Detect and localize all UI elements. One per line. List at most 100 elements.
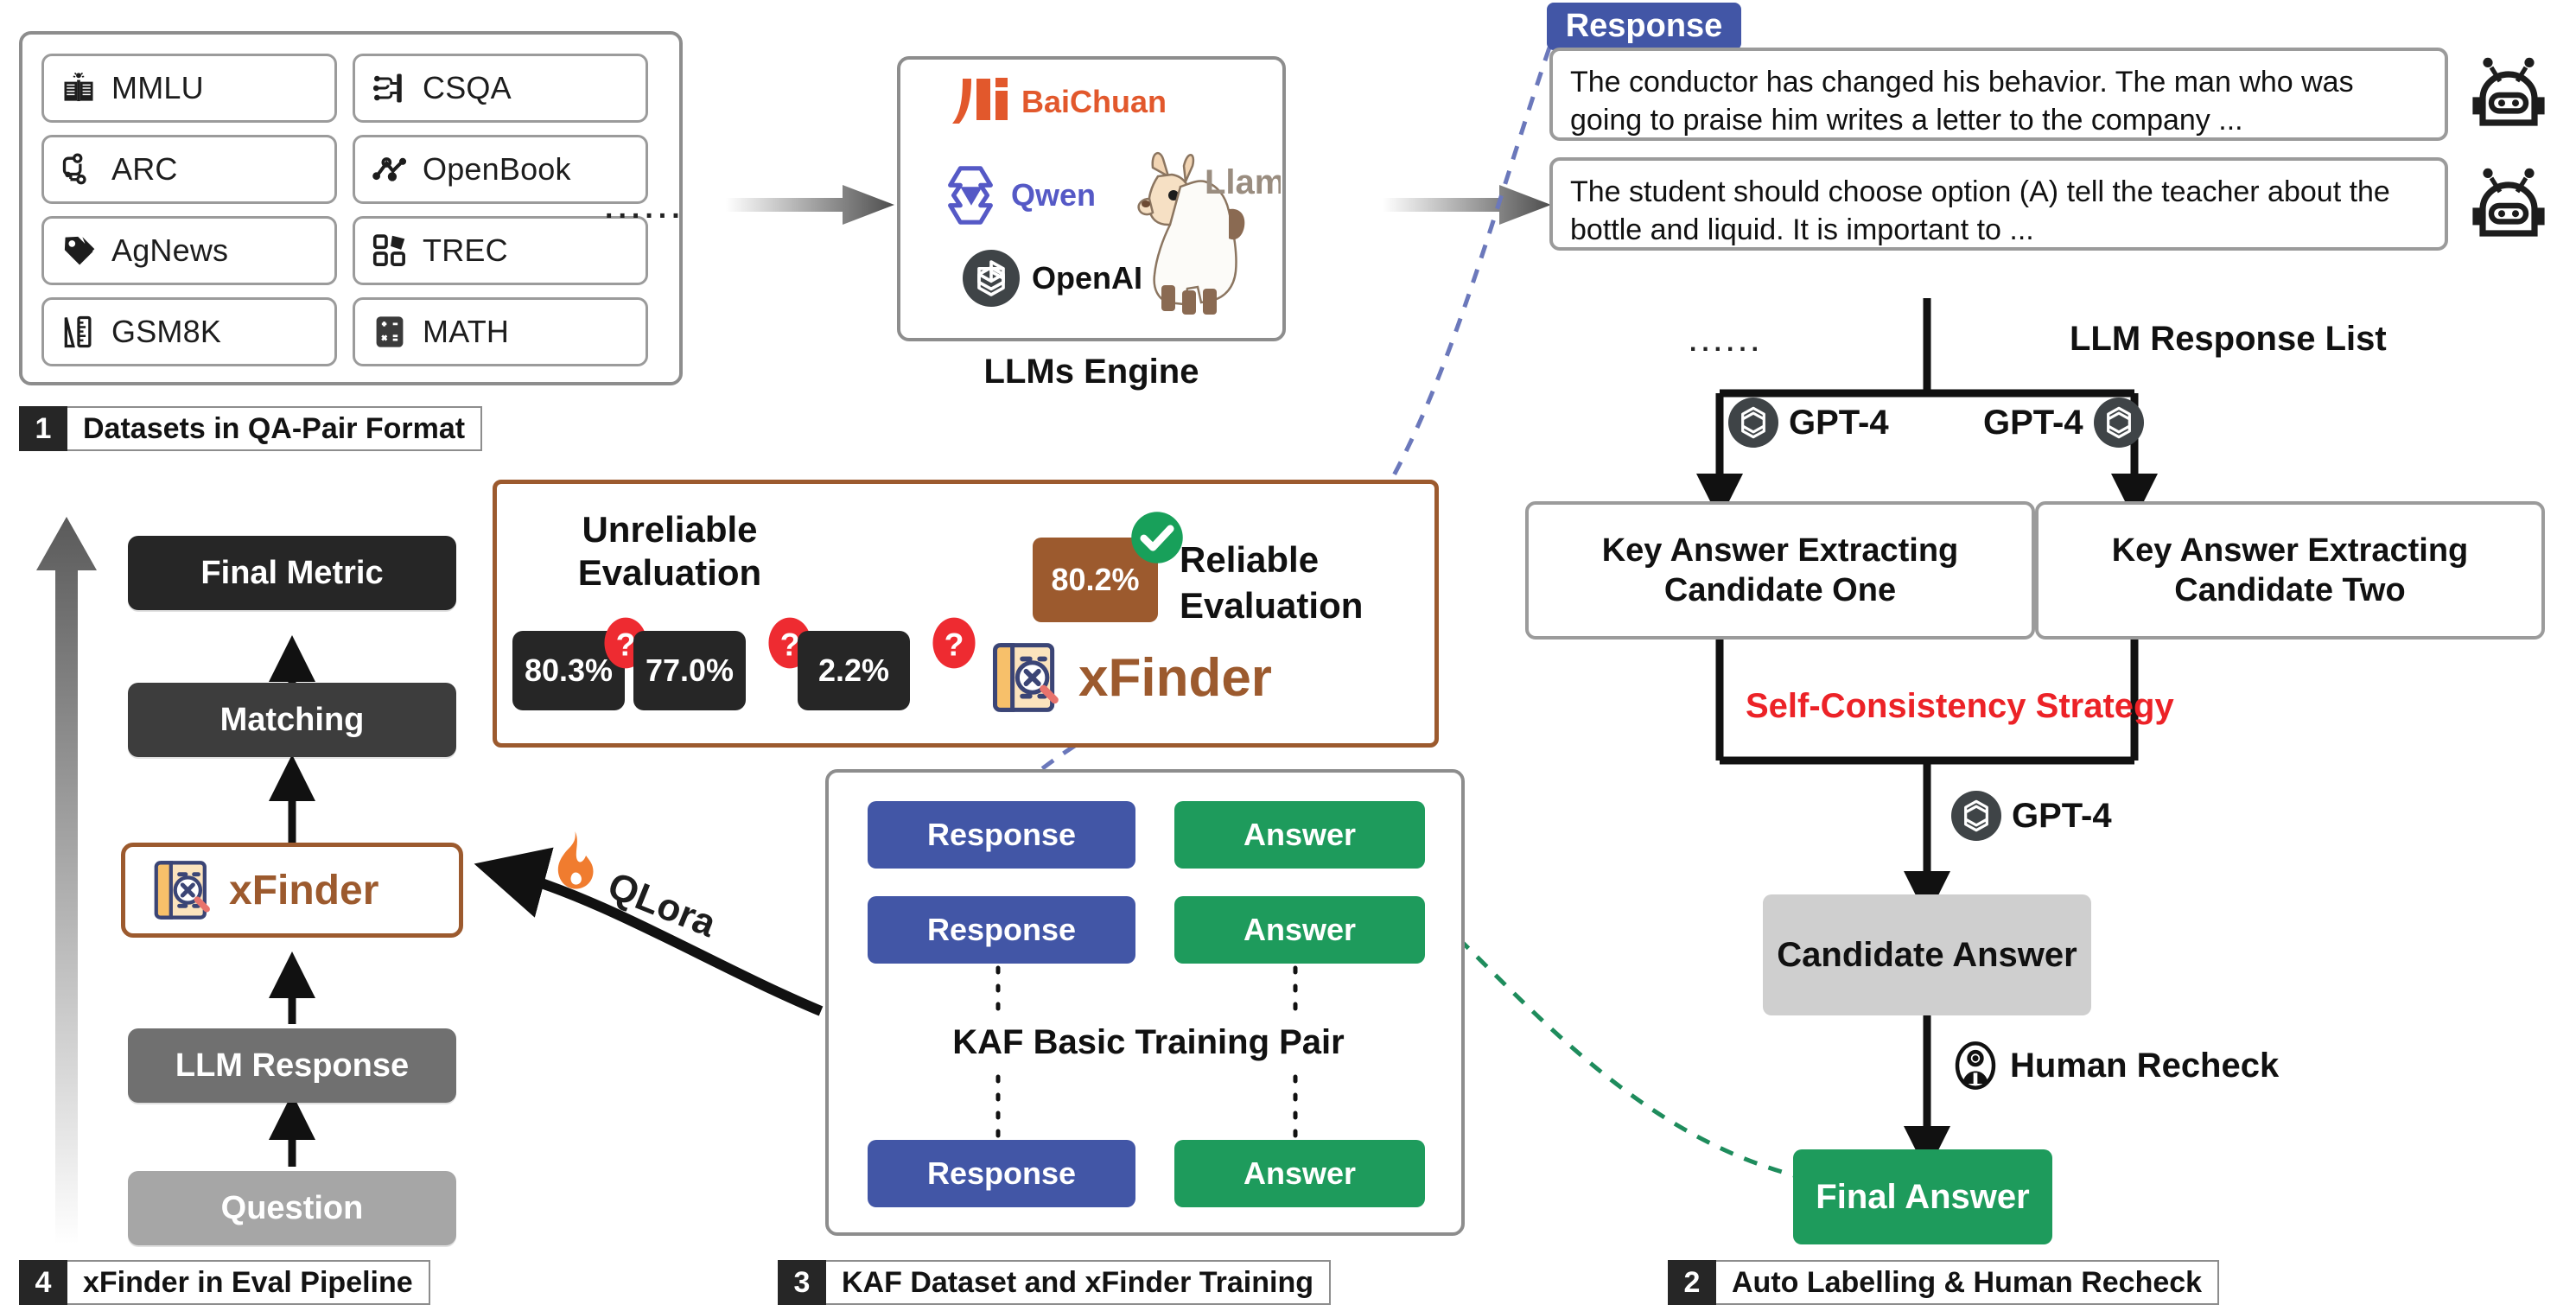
dataset-label: GSM8K	[111, 314, 222, 349]
unreliable-value-2: 77.0%	[633, 631, 746, 710]
robot-icon	[2472, 57, 2545, 126]
dataset-chip-arc[interactable]: ARC	[41, 135, 337, 204]
dataset-chip-csqa[interactable]: CSQA	[353, 54, 648, 123]
robot-icon	[2472, 168, 2545, 237]
responses-ellipsis: ......	[1689, 328, 1765, 357]
model-baichuan[interactable]: BaiChuan	[952, 75, 1167, 129]
model-qwen[interactable]: Qwen	[937, 162, 1096, 229]
molecule-nodes-icon	[372, 157, 407, 181]
gpt4-mid: GPT-4	[1951, 791, 2112, 841]
caption-text: KAF Dataset and xFinder Training	[842, 1265, 1313, 1299]
gpt4-label: GPT-4	[1983, 403, 2083, 442]
svg-text:Llama: Llama	[1205, 163, 1281, 201]
caption-section-4: 4 xFinder in Eval Pipeline	[19, 1260, 430, 1305]
reliable-line-1: Reliable	[1180, 539, 1320, 580]
pipeline-final-metric: Final Metric	[128, 536, 456, 610]
candidate-one-line1: Key Answer Extracting	[1601, 531, 1959, 569]
caption-section-2: 2 Auto Labelling & Human Recheck	[1668, 1260, 2220, 1305]
unreliable-line-1: Unreliable	[582, 509, 758, 550]
qlora-label: QLora	[601, 864, 722, 945]
datasets-grid: MMLU CSQA ARC OpenBook AgNews TREC GSM8K…	[41, 54, 648, 366]
gpt4-label: GPT-4	[2012, 796, 2112, 835]
svg-text:?: ?	[945, 627, 964, 663]
caption-number: 3	[778, 1260, 826, 1305]
evaluation-panel: Unreliable Evaluation 80.3% ? 77.0% ? 2.…	[493, 480, 1439, 748]
evaluation-xfinder-label: xFinder	[1078, 647, 1272, 708]
dataset-label: AgNews	[111, 232, 229, 268]
kaf-panel: Response Answer Response Answer KAF Basi…	[825, 769, 1465, 1236]
dataset-chip-mmlu[interactable]: MMLU	[41, 54, 337, 123]
arrow-engine-to-responses	[1383, 185, 1551, 225]
caption-text: xFinder in Eval Pipeline	[83, 1265, 413, 1299]
candidate-answer-box: Candidate Answer	[1763, 894, 2091, 1015]
price-tag-icon	[64, 236, 95, 265]
reliable-line-2: Evaluation	[1180, 584, 1364, 626]
model-openai[interactable]: OpenAI	[963, 250, 1142, 307]
person-circle-icon	[1955, 1041, 1996, 1090]
key-answer-candidate-one: Key Answer Extracting Candidate One	[1525, 501, 2035, 640]
pipeline-xfinder[interactable]: xFinder	[121, 843, 463, 938]
llms-engine-panel: BaiChuan Qwen Llama	[897, 56, 1305, 341]
response-text: The conductor has changed his behavior. …	[1570, 66, 2354, 137]
caption-text: Auto Labelling & Human Recheck	[1732, 1265, 2203, 1299]
flame-icon	[557, 831, 594, 889]
dataset-chip-agnews[interactable]: AgNews	[41, 216, 337, 285]
evaluation-xfinder: xFinder	[985, 638, 1272, 717]
response-badge: Response	[1547, 3, 1741, 50]
datasets-ellipsis: ......	[605, 192, 685, 225]
caption-section-1: 1 Datasets in QA-Pair Format	[19, 406, 483, 451]
category-squares-icon	[372, 234, 405, 266]
kaf-answer-3: Answer	[1174, 1140, 1425, 1207]
model-label: BaiChuan	[1021, 84, 1167, 119]
llms-engine-title: LLMs Engine	[983, 353, 1199, 391]
candidate-two-line2: Candidate Two	[2174, 572, 2406, 608]
dataset-label: ARC	[111, 151, 178, 187]
key-answer-candidate-two: Key Answer Extracting Candidate Two	[2035, 501, 2545, 640]
gpt4-left: GPT-4	[1728, 398, 1889, 448]
final-answer-box: Final Answer	[1793, 1149, 2052, 1244]
openai-logo	[2093, 398, 2144, 448]
llm-response-list-label: LLM Response List	[2070, 320, 2387, 358]
pipeline-llm-response: LLM Response	[128, 1028, 456, 1103]
dataset-chip-trec[interactable]: TREC	[353, 216, 648, 285]
baichuan-logo	[952, 78, 1008, 124]
caption-number: 1	[19, 406, 67, 451]
openai-logo	[963, 250, 1020, 307]
ruler-icon	[64, 315, 92, 348]
gpt4-right: GPT-4	[1983, 398, 2144, 448]
xfinder-logo	[154, 861, 210, 920]
dataset-chip-math[interactable]: MATH	[353, 297, 648, 366]
gpt4-label: GPT-4	[1789, 403, 1889, 442]
kaf-response-3: Response	[868, 1140, 1135, 1207]
pipeline-question: Question	[128, 1171, 456, 1245]
pipeline-matching: Matching	[128, 683, 456, 757]
dataset-chip-openbook[interactable]: OpenBook	[353, 135, 648, 204]
unreliable-line-2: Evaluation	[577, 552, 762, 594]
dataset-label: MMLU	[111, 70, 204, 105]
flow-candidates-to-candidate-answer	[1715, 640, 2139, 918]
open-book-idea-icon	[64, 72, 93, 102]
arrow-datasets-to-engine	[726, 185, 894, 225]
candidate-one-line2: Candidate One	[1663, 572, 1897, 608]
dataset-label: TREC	[423, 232, 508, 268]
circuit-nodes-icon	[372, 73, 402, 103]
reliable-evaluation-label: Reliable Evaluation	[1180, 538, 1413, 628]
candidate-two-line1: Key Answer Extracting	[2111, 531, 2469, 569]
response-item-1: The conductor has changed his behavior. …	[1549, 48, 2448, 141]
response-item-2: The student should choose option (A) tel…	[1549, 157, 2448, 251]
node-graph-icon	[62, 153, 86, 185]
caption-text: Datasets in QA-Pair Format	[83, 411, 466, 445]
unreliable-evaluation-label: Unreliable Evaluation	[540, 508, 799, 595]
openai-logo	[1951, 791, 2001, 841]
self-consistency-strategy-label: Self-Consistency Strategy	[1746, 687, 2174, 725]
model-label: Qwen	[1011, 177, 1097, 213]
check-badge	[1131, 512, 1183, 563]
human-recheck-group: Human Recheck	[1951, 1041, 2279, 1090]
caption-section-3: 3 KAF Dataset and xFinder Training	[778, 1260, 1331, 1305]
kaf-pair-label: KAF Basic Training Pair	[952, 1023, 1345, 1061]
dataset-label: CSQA	[423, 70, 512, 105]
response-text: The student should choose option (A) tel…	[1570, 175, 2390, 247]
svg-text:?: ?	[616, 627, 636, 663]
dataset-chip-gsm8k[interactable]: GSM8K	[41, 297, 337, 366]
datasets-panel: MMLU CSQA ARC OpenBook AgNews TREC GSM8K…	[19, 31, 683, 385]
